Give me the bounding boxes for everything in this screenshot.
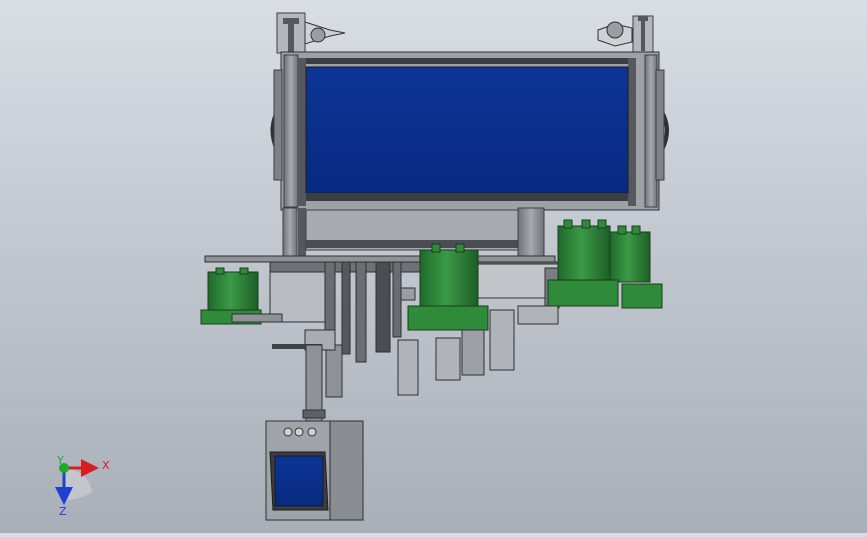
y-axis-label: Y — [56, 454, 64, 467]
top-frame-with-blue-panel — [270, 51, 669, 211]
cad-viewport[interactable]: X Y Z — [0, 0, 867, 533]
right-green-cylinder-pair — [547, 219, 663, 309]
z-axis-label: Z — [59, 505, 67, 518]
bottom-control-box-with-screen — [265, 420, 364, 521]
triad-shade — [64, 466, 92, 500]
lower-frame — [282, 207, 545, 261]
center-green-cylinder — [407, 243, 489, 331]
right-caster-bracket — [597, 15, 654, 53]
left-caster-bracket — [276, 12, 346, 54]
center-support-column — [302, 344, 326, 426]
axis-triad: X Y Z — [44, 452, 116, 518]
machine-model[interactable] — [0, 0, 867, 533]
x-axis-label: X — [102, 459, 110, 472]
